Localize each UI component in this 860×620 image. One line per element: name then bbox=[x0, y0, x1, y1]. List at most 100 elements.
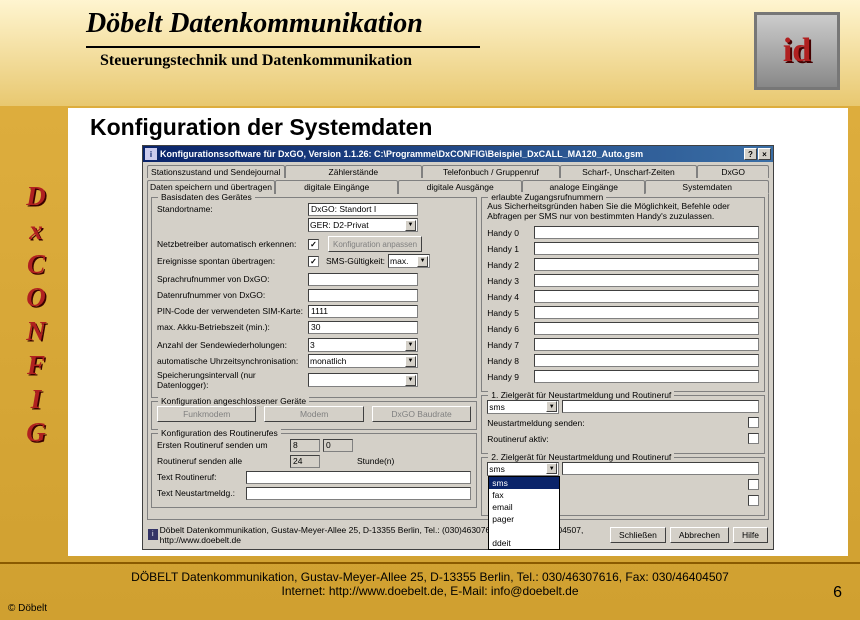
ereignisse-label: Ereignisse spontan übertragen: bbox=[157, 256, 305, 266]
logo: id bbox=[754, 12, 840, 90]
ziel1-neustart-label: Neustartmeldung senden: bbox=[487, 418, 745, 428]
chevron-down-icon: ▼ bbox=[417, 256, 428, 267]
handy-9-input[interactable] bbox=[534, 370, 759, 383]
baudrate-button[interactable]: DxGO Baudrate bbox=[372, 406, 471, 422]
window-bottom-bar: i Döbelt Datenkommunikation, Gustav-Meye… bbox=[143, 523, 773, 549]
vertical-product-label: DxCONFIG bbox=[18, 180, 54, 450]
abbrechen-button[interactable]: Abbrechen bbox=[670, 527, 729, 543]
ziel1-routine-label: Routineruf aktiv: bbox=[487, 434, 745, 444]
speicher-select[interactable]: ▼ bbox=[308, 373, 418, 387]
modem-button[interactable]: Modem bbox=[264, 406, 363, 422]
info-icon: i bbox=[148, 529, 158, 540]
dropdown-option-pager[interactable]: pager bbox=[489, 513, 559, 525]
ereignisse-checkbox[interactable]: ✓ bbox=[308, 256, 319, 267]
akku-input[interactable] bbox=[308, 321, 418, 334]
handys-note: Aus Sicherheitsgründen haben Sie die Mög… bbox=[487, 202, 759, 222]
standortname-label: Standortname: bbox=[157, 204, 305, 214]
handy-3-input[interactable] bbox=[534, 274, 759, 287]
window-titlebar[interactable]: i Konfigurationssoftware für DxGO, Versi… bbox=[143, 146, 773, 162]
alle-input[interactable] bbox=[290, 455, 320, 468]
sendewdh-label: Anzahl der Sendewiederholungen: bbox=[157, 340, 305, 350]
handy-5-input[interactable] bbox=[534, 306, 759, 319]
handy-6-input[interactable] bbox=[534, 322, 759, 335]
tab-scharf[interactable]: Scharf-, Unscharf-Zeiten bbox=[560, 165, 698, 178]
tab-panel: Basisdaten des Gerätes Standortname: GER… bbox=[147, 193, 769, 520]
company-subtitle: Steuerungstechnik und Datenkommunikation bbox=[100, 52, 840, 70]
handy-4-input[interactable] bbox=[534, 290, 759, 303]
group-ziel1: 1. Zielgerät für Neustartmeldung und Rou… bbox=[481, 395, 765, 454]
ziel1-number-input[interactable] bbox=[562, 400, 759, 413]
dropdown-option-ddeit[interactable]: ddeit bbox=[489, 537, 559, 549]
company-title: Döbelt Datenkommunikation bbox=[86, 8, 840, 40]
konfig-anpassen-button[interactable]: Konfiguration anpassen bbox=[328, 236, 422, 252]
help-button[interactable]: ? bbox=[744, 148, 757, 160]
ziel2-dropdown-list[interactable]: sms fax email pager ddeit bbox=[488, 476, 560, 550]
page-title: Konfiguration der Systemdaten bbox=[90, 114, 834, 141]
group-basisdaten: Basisdaten des Gerätes Standortname: GER… bbox=[151, 197, 477, 398]
handy-1-input[interactable] bbox=[534, 242, 759, 255]
handy-0-input[interactable] bbox=[534, 226, 759, 239]
akku-label: max. Akku-Betriebszeit (min.): bbox=[157, 322, 305, 332]
ersten-h-input[interactable] bbox=[290, 439, 320, 452]
ersten-m-input[interactable] bbox=[323, 439, 353, 452]
dropdown-option-blank[interactable] bbox=[489, 525, 559, 537]
ziel2-type-select[interactable]: sms▼ sms fax email pager ddeit bbox=[487, 462, 559, 476]
handy-8-input[interactable] bbox=[534, 354, 759, 367]
tabs-row-2: Daten speichern und übertragen digitale … bbox=[143, 177, 773, 193]
text-neustart-label: Text Neustartmeldg.: bbox=[157, 488, 243, 498]
handy-7-input[interactable] bbox=[534, 338, 759, 351]
tab-zaehlerstaende[interactable]: Zählerstände bbox=[285, 165, 423, 178]
tab-stationszustand[interactable]: Stationszustand und Sendejournal bbox=[147, 165, 285, 178]
chevron-down-icon: ▼ bbox=[546, 401, 557, 412]
handy-2-input[interactable] bbox=[534, 258, 759, 271]
uhrzeit-select[interactable]: monatlich▼ bbox=[308, 354, 418, 368]
footer-line1: DÖBELT Datenkommunikation, Gustav-Meyer-… bbox=[0, 570, 860, 584]
group-geraete: Konfiguration angeschlossener Geräte Fun… bbox=[151, 401, 477, 430]
netz-auto-label: Netzbetreiber automatisch erkennen: bbox=[157, 239, 305, 249]
ersten-routine-label: Ersten Routineruf senden um bbox=[157, 440, 287, 450]
alle-label: Routineruf senden alle bbox=[157, 456, 287, 466]
chevron-down-icon: ▼ bbox=[405, 340, 416, 351]
sms-gueltigkeit-select[interactable]: max.▼ bbox=[388, 254, 430, 268]
chevron-down-icon: ▼ bbox=[405, 220, 416, 231]
ziel1-type-select[interactable]: sms▼ bbox=[487, 400, 559, 414]
schliessen-button[interactable]: Schließen bbox=[610, 527, 666, 543]
ziel2-number-input[interactable] bbox=[562, 462, 759, 475]
dropdown-option-fax[interactable]: fax bbox=[489, 489, 559, 501]
tab-telefonbuch[interactable]: Telefonbuch / Gruppenruf bbox=[422, 165, 560, 178]
text-routine-label: Text Routineruf: bbox=[157, 472, 243, 482]
window-title: Konfigurationssoftware für DxGO, Version… bbox=[160, 149, 743, 159]
netzbetreiber-select[interactable]: GER: D2-Privat▼ bbox=[308, 218, 418, 232]
ziel1-routine-checkbox[interactable] bbox=[748, 433, 759, 444]
slide-header: Döbelt Datenkommunikation Steuerungstech… bbox=[0, 0, 860, 106]
copyright: © Döbelt bbox=[8, 603, 47, 614]
standortname-input[interactable] bbox=[308, 203, 418, 216]
sprachruf-label: Sprachrufnummer von DxGO: bbox=[157, 274, 305, 284]
pin-label: PIN-Code der verwendeten SIM-Karte: bbox=[157, 306, 305, 316]
pin-input[interactable] bbox=[308, 305, 418, 318]
sendewdh-select[interactable]: 3▼ bbox=[308, 338, 418, 352]
close-window-button[interactable]: × bbox=[758, 148, 771, 160]
slide-footer: DÖBELT Datenkommunikation, Gustav-Meyer-… bbox=[0, 562, 860, 620]
stunden-label: Stunde(n) bbox=[357, 456, 394, 466]
ziel1-neustart-checkbox[interactable] bbox=[748, 417, 759, 428]
text-routine-input[interactable] bbox=[246, 471, 471, 484]
page-number: 6 bbox=[833, 584, 842, 602]
footer-line2: Internet: http://www.doebelt.de, E-Mail:… bbox=[0, 584, 860, 598]
uhrzeit-label: automatische Uhrzeitsynchronisation: bbox=[157, 356, 305, 366]
funkmodem-button[interactable]: Funkmodem bbox=[157, 406, 256, 422]
tab-dxgo[interactable]: DxGO bbox=[697, 165, 769, 178]
tabs-row-1: Stationszustand und Sendejournal Zählers… bbox=[143, 162, 773, 177]
dropdown-option-email[interactable]: email bbox=[489, 501, 559, 513]
text-neustart-input[interactable] bbox=[246, 487, 471, 500]
hilfe-button[interactable]: Hilfe bbox=[733, 527, 768, 543]
group-handys: erlaubte Zugangsrufnummern Aus Sicherhei… bbox=[481, 197, 765, 392]
netz-auto-checkbox[interactable]: ✓ bbox=[308, 239, 319, 250]
ziel2-check-2[interactable] bbox=[748, 495, 759, 506]
tab-systemdaten[interactable]: Systemdaten bbox=[645, 180, 769, 194]
dropdown-option-sms[interactable]: sms bbox=[489, 477, 559, 489]
datenruf-input[interactable] bbox=[308, 289, 418, 302]
tab-dig-eingaenge[interactable]: digitale Eingänge bbox=[275, 180, 399, 194]
sprachruf-input[interactable] bbox=[308, 273, 418, 286]
ziel2-check-1[interactable] bbox=[748, 479, 759, 490]
